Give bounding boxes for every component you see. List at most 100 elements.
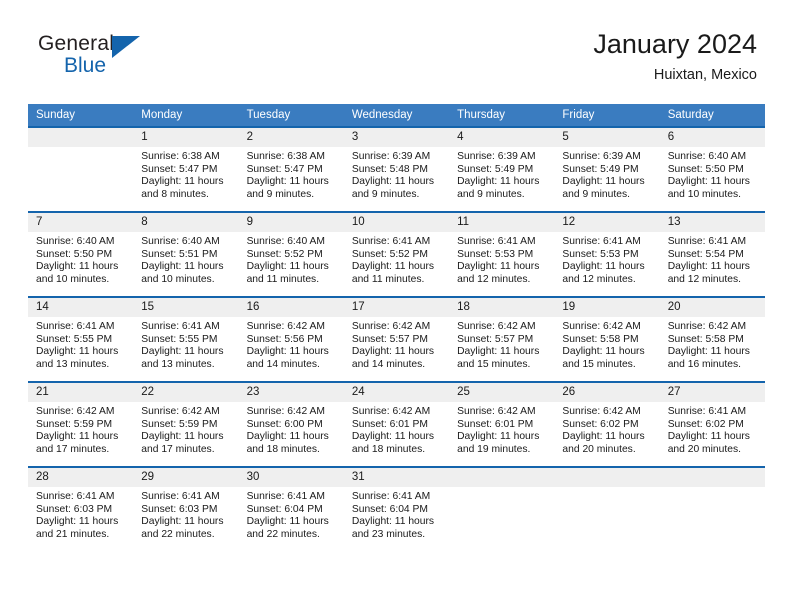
day-details: Sunrise: 6:41 AM Sunset: 6:04 PM Dayligh…: [344, 487, 449, 551]
calendar-day-cell[interactable]: 26 Sunrise: 6:42 AM Sunset: 6:02 PM Dayl…: [554, 381, 660, 467]
daylight-text: Daylight: 11 hours and 18 minutes.: [351, 431, 435, 455]
sunset-text: Sunset: 5:55 PM: [36, 333, 113, 345]
calendar-day-cell[interactable]: 24 Sunrise: 6:42 AM Sunset: 6:01 PM Dayl…: [343, 381, 450, 467]
daylight-text: Daylight: 11 hours and 9 minutes.: [351, 176, 435, 200]
calendar-day-cell[interactable]: 14 Sunrise: 6:41 AM Sunset: 5:55 PM Dayl…: [28, 296, 134, 382]
calendar-day-cell[interactable]: 12 Sunrise: 6:41 AM Sunset: 5:53 PM Dayl…: [554, 211, 660, 297]
day-number: 17: [343, 298, 450, 317]
calendar-day-cell[interactable]: 21 Sunrise: 6:42 AM Sunset: 5:59 PM Dayl…: [28, 381, 134, 467]
daylight-text: Daylight: 11 hours and 9 minutes.: [562, 176, 645, 200]
day-details: Sunrise: 6:39 AM Sunset: 5:48 PM Dayligh…: [344, 147, 449, 211]
daylight-text: Daylight: 11 hours and 16 minutes.: [667, 346, 750, 370]
daylight-text: Daylight: 11 hours and 12 minutes.: [457, 261, 540, 285]
daylight-text: Daylight: 11 hours and 23 minutes.: [351, 516, 435, 540]
calendar-day-cell[interactable]: [28, 126, 134, 212]
day-number: [659, 468, 765, 487]
calendar-grid: Sunday Monday Tuesday Wednesday Thursday…: [28, 104, 765, 551]
sunrise-text: Sunrise: 6:42 AM: [36, 406, 115, 417]
calendar-day-cell[interactable]: 15 Sunrise: 6:41 AM Sunset: 5:55 PM Dayl…: [133, 296, 239, 382]
calendar-day-cell[interactable]: 30 Sunrise: 6:41 AM Sunset: 6:04 PM Dayl…: [238, 466, 344, 551]
day-details: Sunrise: 6:42 AM Sunset: 5:56 PM Dayligh…: [239, 317, 344, 381]
calendar-day-cell[interactable]: 10 Sunrise: 6:41 AM Sunset: 5:52 PM Dayl…: [343, 211, 450, 297]
title-block: January 2024 Huixtan, Mexico: [593, 28, 757, 85]
sunrise-text: Sunrise: 6:42 AM: [457, 321, 536, 332]
sunrise-text: Sunrise: 6:41 AM: [667, 406, 747, 417]
calendar-day-cell[interactable]: 3 Sunrise: 6:39 AM Sunset: 5:48 PM Dayli…: [343, 126, 450, 212]
calendar-day-cell[interactable]: 6 Sunrise: 6:40 AM Sunset: 5:50 PM Dayli…: [659, 126, 765, 212]
day-number: 7: [28, 213, 134, 232]
daylight-text: Daylight: 11 hours and 17 minutes.: [36, 431, 119, 455]
calendar-day-cell[interactable]: 31 Sunrise: 6:41 AM Sunset: 6:04 PM Dayl…: [343, 466, 450, 551]
day-details: Sunrise: 6:40 AM Sunset: 5:50 PM Dayligh…: [28, 232, 133, 296]
day-number: 11: [449, 213, 555, 232]
calendar-week-row: 1 Sunrise: 6:38 AM Sunset: 5:47 PM Dayli…: [28, 126, 765, 212]
calendar-day-cell[interactable]: [554, 466, 660, 551]
calendar-day-cell[interactable]: 28 Sunrise: 6:41 AM Sunset: 6:03 PM Dayl…: [28, 466, 134, 551]
day-number: 24: [343, 383, 450, 402]
sunset-text: Sunset: 5:50 PM: [667, 163, 744, 175]
general-blue-logo[interactable]: General Blue: [38, 32, 158, 88]
calendar-day-cell[interactable]: 4 Sunrise: 6:39 AM Sunset: 5:49 PM Dayli…: [449, 126, 555, 212]
calendar-day-cell[interactable]: 27 Sunrise: 6:41 AM Sunset: 6:02 PM Dayl…: [659, 381, 765, 467]
calendar-day-cell[interactable]: 7 Sunrise: 6:40 AM Sunset: 5:50 PM Dayli…: [28, 211, 134, 297]
sunrise-text: Sunrise: 6:40 AM: [36, 236, 115, 247]
day-details: Sunrise: 6:42 AM Sunset: 6:01 PM Dayligh…: [449, 402, 554, 466]
daylight-text: Daylight: 11 hours and 12 minutes.: [667, 261, 750, 285]
calendar-day-cell[interactable]: 17 Sunrise: 6:42 AM Sunset: 5:57 PM Dayl…: [343, 296, 450, 382]
day-details: Sunrise: 6:42 AM Sunset: 6:00 PM Dayligh…: [239, 402, 344, 466]
day-details: Sunrise: 6:42 AM Sunset: 5:58 PM Dayligh…: [554, 317, 659, 381]
day-number: [554, 468, 660, 487]
calendar-day-cell[interactable]: 29 Sunrise: 6:41 AM Sunset: 6:03 PM Dayl…: [133, 466, 239, 551]
day-details: Sunrise: 6:42 AM Sunset: 6:01 PM Dayligh…: [344, 402, 449, 466]
calendar-day-cell[interactable]: 19 Sunrise: 6:42 AM Sunset: 5:58 PM Dayl…: [554, 296, 660, 382]
calendar-day-cell[interactable]: 20 Sunrise: 6:42 AM Sunset: 5:58 PM Dayl…: [659, 296, 765, 382]
calendar-day-cell[interactable]: 18 Sunrise: 6:42 AM Sunset: 5:57 PM Dayl…: [449, 296, 555, 382]
day-details: Sunrise: 6:40 AM Sunset: 5:51 PM Dayligh…: [133, 232, 238, 296]
day-number: 21: [28, 383, 134, 402]
sunrise-text: Sunrise: 6:38 AM: [141, 151, 220, 162]
day-details: Sunrise: 6:39 AM Sunset: 5:49 PM Dayligh…: [449, 147, 554, 211]
day-details: Sunrise: 6:41 AM Sunset: 5:53 PM Dayligh…: [449, 232, 554, 296]
daylight-text: Daylight: 11 hours and 12 minutes.: [562, 261, 645, 285]
day-number: 9: [238, 213, 344, 232]
calendar-day-cell[interactable]: [659, 466, 765, 551]
day-number: 30: [238, 468, 344, 487]
calendar-day-cell[interactable]: 2 Sunrise: 6:38 AM Sunset: 5:47 PM Dayli…: [238, 126, 344, 212]
calendar-page: General Blue January 2024 Huixtan, Mexic…: [0, 0, 792, 612]
calendar-week-row: 14 Sunrise: 6:41 AM Sunset: 5:55 PM Dayl…: [28, 296, 765, 382]
sunrise-text: Sunrise: 6:42 AM: [351, 406, 431, 417]
daylight-text: Daylight: 11 hours and 22 minutes.: [141, 516, 224, 540]
day-number: 4: [449, 128, 555, 147]
day-details: Sunrise: 6:41 AM Sunset: 5:52 PM Dayligh…: [344, 232, 449, 296]
calendar-week-row: 21 Sunrise: 6:42 AM Sunset: 5:59 PM Dayl…: [28, 381, 765, 467]
sunrise-text: Sunrise: 6:41 AM: [36, 491, 115, 502]
sunrise-text: Sunrise: 6:41 AM: [246, 491, 325, 502]
sunset-text: Sunset: 5:59 PM: [141, 418, 218, 430]
calendar-day-cell[interactable]: 9 Sunrise: 6:40 AM Sunset: 5:52 PM Dayli…: [238, 211, 344, 297]
sunrise-text: Sunrise: 6:40 AM: [246, 236, 325, 247]
page-header: General Blue January 2024 Huixtan, Mexic…: [28, 28, 765, 98]
day-details: Sunrise: 6:40 AM Sunset: 5:50 PM Dayligh…: [660, 147, 765, 211]
sunset-text: Sunset: 6:04 PM: [351, 503, 428, 515]
calendar-day-cell[interactable]: 8 Sunrise: 6:40 AM Sunset: 5:51 PM Dayli…: [133, 211, 239, 297]
calendar-day-cell[interactable]: 23 Sunrise: 6:42 AM Sunset: 6:00 PM Dayl…: [238, 381, 344, 467]
calendar-body: 1 Sunrise: 6:38 AM Sunset: 5:47 PM Dayli…: [28, 126, 765, 551]
calendar-day-cell[interactable]: 5 Sunrise: 6:39 AM Sunset: 5:49 PM Dayli…: [554, 126, 660, 212]
weekday-header-tuesday: Tuesday: [238, 104, 344, 127]
calendar-day-cell[interactable]: 22 Sunrise: 6:42 AM Sunset: 5:59 PM Dayl…: [133, 381, 239, 467]
calendar-day-cell[interactable]: 11 Sunrise: 6:41 AM Sunset: 5:53 PM Dayl…: [449, 211, 555, 297]
day-details: Sunrise: 6:41 AM Sunset: 5:55 PM Dayligh…: [28, 317, 133, 381]
day-number: 3: [343, 128, 450, 147]
logo-text-general: General: [38, 32, 115, 55]
sunset-text: Sunset: 5:52 PM: [246, 248, 323, 260]
calendar-day-cell[interactable]: [449, 466, 555, 551]
sunset-text: Sunset: 5:47 PM: [141, 163, 218, 175]
calendar-day-cell[interactable]: 1 Sunrise: 6:38 AM Sunset: 5:47 PM Dayli…: [133, 126, 239, 212]
day-number: 20: [659, 298, 765, 317]
calendar-day-cell[interactable]: 16 Sunrise: 6:42 AM Sunset: 5:56 PM Dayl…: [238, 296, 344, 382]
day-number: 6: [659, 128, 765, 147]
sunrise-text: Sunrise: 6:39 AM: [351, 151, 431, 162]
calendar-day-cell[interactable]: 25 Sunrise: 6:42 AM Sunset: 6:01 PM Dayl…: [449, 381, 555, 467]
day-details: Sunrise: 6:39 AM Sunset: 5:49 PM Dayligh…: [554, 147, 659, 211]
calendar-day-cell[interactable]: 13 Sunrise: 6:41 AM Sunset: 5:54 PM Dayl…: [659, 211, 765, 297]
